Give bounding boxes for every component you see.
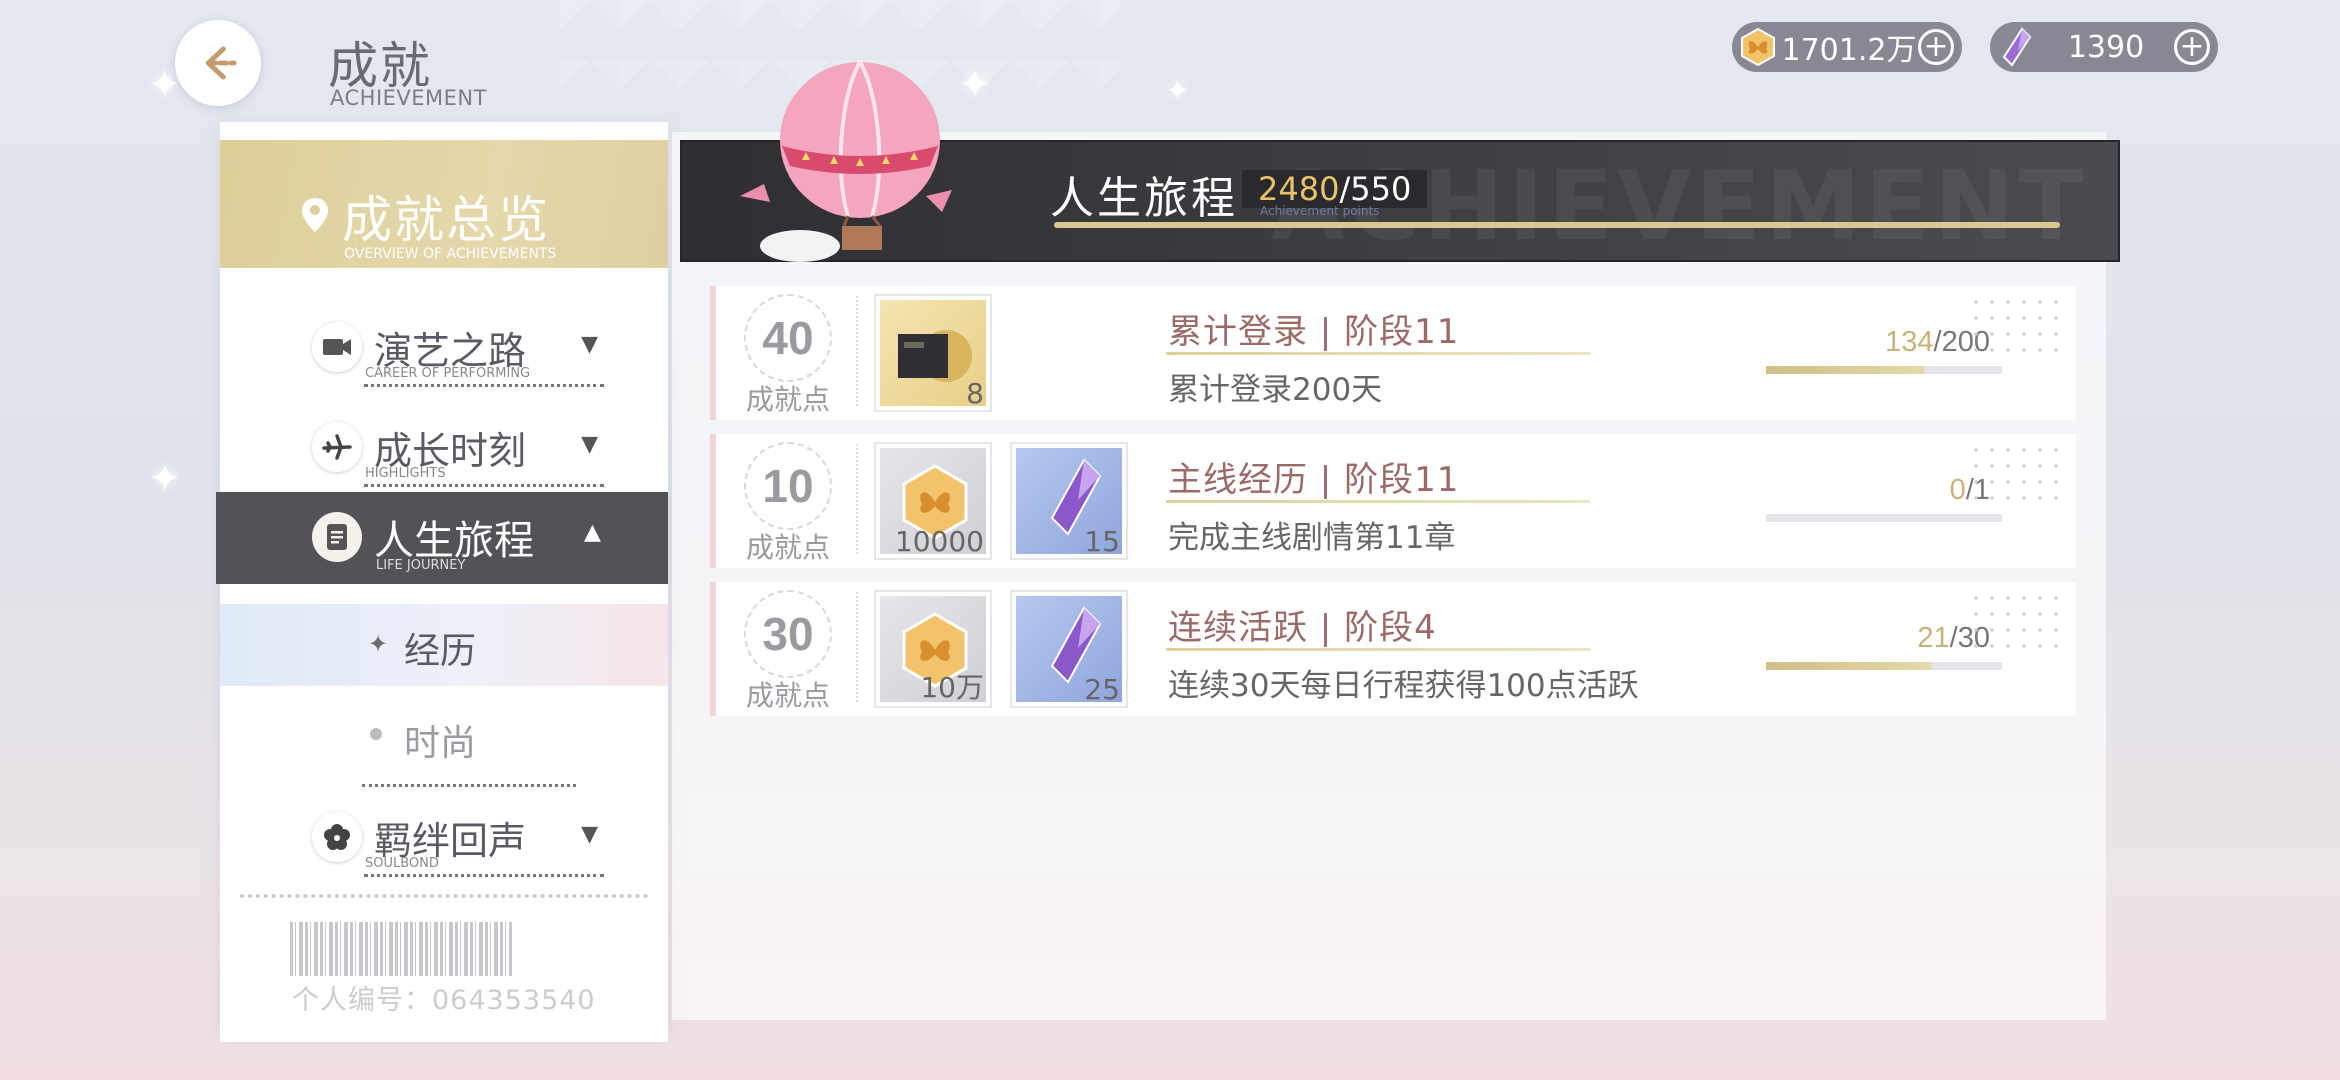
subcategory-experience[interactable]: ✦ 经历 bbox=[220, 604, 668, 686]
progress-text: 0/1 bbox=[1768, 474, 1990, 507]
reward-item[interactable]: 10000 bbox=[874, 442, 992, 560]
subcategory-label: 经历 bbox=[404, 631, 477, 672]
reward-quantity: 25 bbox=[1084, 673, 1120, 706]
progress-current: 0 bbox=[1949, 474, 1966, 506]
dots-decoration bbox=[1968, 294, 2064, 354]
achievement-row: 40 成就点 8 累计登录 | 阶段11 累计登录200天 134/200 bbox=[710, 286, 2076, 420]
achievement-title: 主线经历 | 阶段11 bbox=[1168, 460, 1460, 500]
butterfly-coin-icon bbox=[1736, 25, 1780, 69]
category-highlights[interactable]: 成长时刻 ▼ HIGHLIGHTS bbox=[312, 412, 604, 492]
overview-tab[interactable]: 成就总览 OVERVIEW OF ACHIEVEMENTS bbox=[220, 140, 668, 268]
progress-bar bbox=[1766, 514, 2002, 522]
progress-current: 21 bbox=[1917, 622, 1950, 654]
banner-points: 2480 /550 bbox=[1242, 170, 1428, 208]
achievement-title: 累计登录 | 阶段11 bbox=[1168, 312, 1460, 352]
gold-value: 1701.2万 bbox=[1781, 33, 1917, 68]
back-button[interactable] bbox=[175, 20, 261, 106]
chevron-down-icon: ▼ bbox=[581, 432, 598, 457]
personal-id: 个人编号：064353540 bbox=[292, 985, 596, 1016]
category-sublabel: LIFE JOURNEY bbox=[376, 558, 466, 573]
chevron-down-icon: ▼ bbox=[581, 332, 598, 357]
reward-quantity: 15 bbox=[1084, 525, 1120, 558]
divider bbox=[856, 592, 858, 702]
divider bbox=[240, 894, 648, 898]
gold-currency: 1701.2万 + bbox=[1732, 22, 1962, 72]
divider bbox=[362, 784, 576, 787]
achievement-row: 10 成就点 10000 15 主线经历 | 阶段11 完成主线剧情第11章 0… bbox=[710, 434, 2076, 568]
achievement-description: 连续30天每日行程获得100点活跃 bbox=[1168, 668, 1639, 704]
barcode bbox=[290, 922, 512, 976]
reward-item[interactable]: 25 bbox=[1010, 590, 1128, 708]
title-underline bbox=[1166, 352, 1590, 355]
plane-icon bbox=[312, 422, 362, 472]
add-gem-button[interactable]: + bbox=[2174, 29, 2210, 65]
reward-item[interactable]: 10万 bbox=[874, 590, 992, 708]
achievement-title: 连续活跃 | 阶段4 bbox=[1168, 608, 1437, 648]
title-underline bbox=[1166, 648, 1590, 651]
flower-icon bbox=[312, 812, 362, 862]
points-label: 成就点 bbox=[746, 531, 831, 564]
sparkle-icon: ✦ bbox=[1166, 74, 1190, 107]
points-current: 2480 bbox=[1258, 170, 1340, 208]
divider bbox=[856, 296, 858, 406]
divider bbox=[856, 444, 858, 554]
sparkle-icon: ✦ bbox=[148, 456, 182, 502]
reward-quantity: 8 bbox=[966, 377, 984, 410]
sparkle-icon: ✦ bbox=[958, 62, 992, 108]
points-label: Achievement points bbox=[1260, 204, 1380, 218]
purple-crystal-icon bbox=[1994, 25, 2038, 69]
progress-fill bbox=[1766, 662, 1932, 670]
progress-bar bbox=[1766, 662, 2002, 670]
overview-subtitle: OVERVIEW OF ACHIEVEMENTS bbox=[344, 246, 557, 262]
dots-decoration bbox=[1968, 590, 2064, 650]
category-career[interactable]: 演艺之路 ▼ CAREER OF PERFORMING bbox=[312, 312, 604, 392]
category-sublabel: SOULBOND bbox=[364, 856, 604, 877]
achievement-sidebar: 成就总览 OVERVIEW OF ACHIEVEMENTS 演艺之路 ▼ CAR… bbox=[216, 122, 668, 1042]
achievement-description: 完成主线剧情第11章 bbox=[1168, 520, 1456, 556]
document-icon bbox=[312, 512, 362, 562]
banner-title: 人生旅程 bbox=[1050, 173, 1238, 224]
progress-fill bbox=[1766, 366, 1925, 374]
progress-text: 21/30 bbox=[1768, 622, 1990, 655]
achievement-points: 10 bbox=[744, 442, 832, 530]
bullet-dot-icon bbox=[370, 728, 382, 740]
location-pin-icon bbox=[302, 198, 328, 232]
star-bullet-icon: ✦ bbox=[368, 630, 389, 658]
progress-text: 134/200 bbox=[1768, 326, 1990, 359]
gem-currency: 1390 + bbox=[1990, 22, 2218, 72]
page-subtitle: ACHIEVEMENT bbox=[330, 86, 487, 110]
chevron-down-icon: ▼ bbox=[581, 822, 598, 847]
achievement-description: 累计登录200天 bbox=[1168, 372, 1383, 408]
hot-air-balloon-icon bbox=[740, 60, 952, 262]
category-sublabel: CAREER OF PERFORMING bbox=[364, 366, 604, 387]
achievement-row: 30 成就点 10万 25 连续活跃 | 阶段4 连续30天每日行程获得100点… bbox=[710, 582, 2076, 716]
reward-item[interactable]: 15 bbox=[1010, 442, 1128, 560]
chevron-up-icon: ▲ bbox=[584, 520, 601, 545]
camera-icon bbox=[312, 322, 362, 372]
achievement-points: 30 bbox=[744, 590, 832, 678]
category-life-journey[interactable]: 人生旅程 ▲ LIFE JOURNEY bbox=[216, 492, 668, 584]
points-track bbox=[1054, 222, 2060, 228]
overview-title: 成就总览 bbox=[342, 191, 550, 249]
category-sublabel: HIGHLIGHTS bbox=[364, 466, 604, 487]
dots-decoration bbox=[1968, 442, 2064, 502]
reward-quantity: 10000 bbox=[894, 525, 984, 558]
points-label: 成就点 bbox=[746, 679, 831, 712]
category-soulbond[interactable]: 羁绊回声 ▼ SOULBOND bbox=[312, 802, 604, 882]
points-total: /550 bbox=[1339, 170, 1412, 208]
reward-item[interactable]: 8 bbox=[874, 294, 992, 412]
progress-bar bbox=[1766, 366, 2002, 374]
title-underline bbox=[1166, 500, 1590, 503]
progress-current: 134 bbox=[1885, 326, 1934, 358]
points-label: 成就点 bbox=[746, 383, 831, 416]
subcategory-label: 时尚 bbox=[404, 723, 477, 764]
subcategory-fashion[interactable]: 时尚 bbox=[220, 702, 668, 782]
add-gold-button[interactable]: + bbox=[1918, 29, 1954, 65]
back-arrow-icon bbox=[205, 46, 237, 80]
achievement-points: 40 bbox=[744, 294, 832, 382]
reward-quantity: 10万 bbox=[920, 671, 984, 704]
gem-value: 1390 bbox=[2067, 29, 2145, 65]
